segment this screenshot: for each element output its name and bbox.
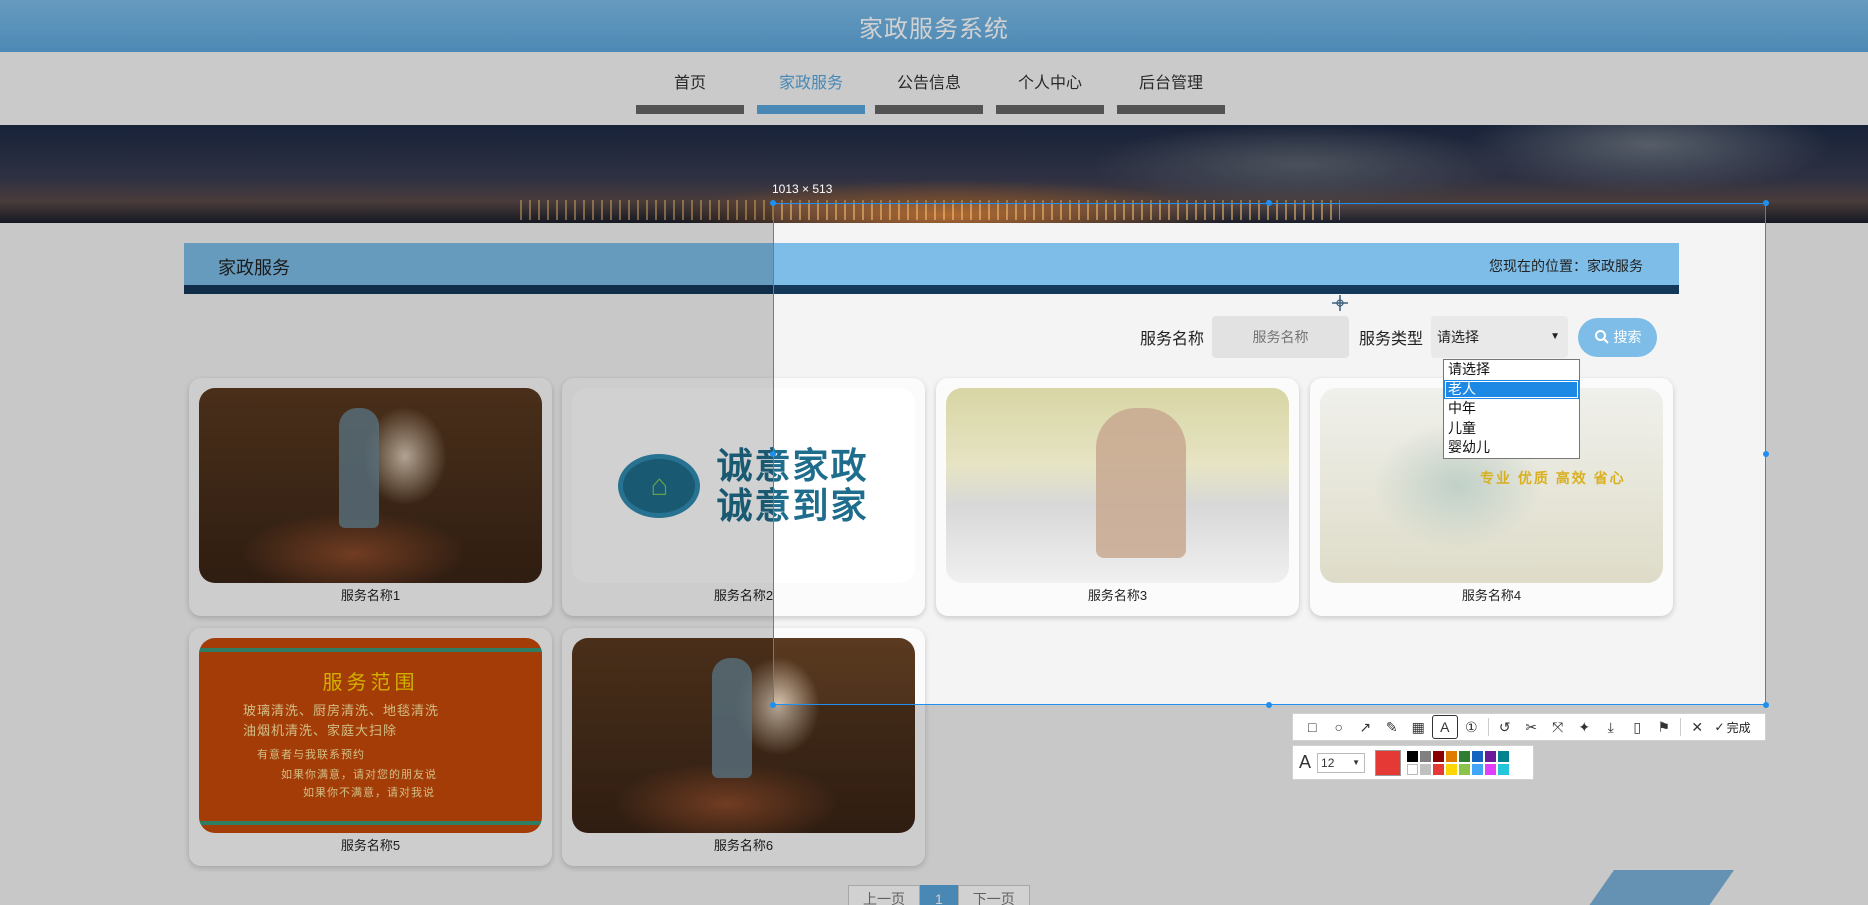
- color-swatch[interactable]: [1446, 763, 1458, 775]
- phone-icon[interactable]: ▯: [1624, 715, 1651, 739]
- color-swatch[interactable]: [1498, 750, 1510, 762]
- service-image-3[interactable]: [946, 388, 1289, 583]
- color-swatch[interactable]: [1459, 750, 1471, 762]
- resize-handle-l[interactable]: [770, 451, 776, 457]
- undo-icon[interactable]: ↺: [1492, 715, 1519, 739]
- pin-icon[interactable]: ✦: [1571, 715, 1598, 739]
- move-cursor-icon: [1332, 295, 1348, 311]
- color-swatch[interactable]: [1407, 750, 1419, 762]
- magic-icon[interactable]: ⤧: [1545, 715, 1572, 739]
- color-swatch[interactable]: [1472, 750, 1484, 762]
- resize-handle-b[interactable]: [1266, 702, 1272, 708]
- service-name[interactable]: 服务名称3: [936, 585, 1299, 604]
- circle-icon[interactable]: ○: [1326, 715, 1353, 739]
- font-size-select[interactable]: 12 ▼: [1317, 752, 1366, 773]
- color-swatch[interactable]: [1407, 763, 1419, 775]
- color-swatch[interactable]: [1459, 763, 1471, 775]
- number-icon[interactable]: ①: [1458, 715, 1485, 739]
- service-type-label: 服务类型: [1359, 331, 1424, 348]
- service-type-select[interactable]: 请选择 ▼: [1431, 316, 1569, 358]
- bookmark-icon[interactable]: ⚑: [1651, 715, 1678, 739]
- color-swatch[interactable]: [1485, 763, 1497, 775]
- color-swatch[interactable]: [1446, 750, 1458, 762]
- overlay-mask-top: [0, 0, 1868, 203]
- done-button[interactable]: ✓ 完成: [1711, 719, 1751, 736]
- close-icon[interactable]: ✕: [1684, 715, 1711, 739]
- overlay-mask-left: [0, 203, 773, 705]
- color-palette: [1407, 750, 1510, 775]
- color-swatch[interactable]: [1472, 763, 1484, 775]
- chevron-down-icon: ▼: [1352, 757, 1361, 767]
- selection-dimensions: 1013 × 513: [772, 182, 833, 196]
- text-style-toolbar: A 12 ▼: [1292, 745, 1534, 780]
- rect-icon[interactable]: □: [1299, 715, 1326, 739]
- resize-handle-bl[interactable]: [770, 702, 776, 708]
- text-icon[interactable]: A: [1431, 715, 1458, 739]
- current-color-swatch[interactable]: [1375, 749, 1402, 776]
- mosaic-icon[interactable]: ▦: [1405, 715, 1432, 739]
- service-name-label: 服务名称: [1140, 331, 1205, 348]
- arrow-icon[interactable]: ↗: [1352, 715, 1379, 739]
- resize-handle-tr[interactable]: [1763, 200, 1769, 206]
- option-please-select[interactable]: 请选择: [1444, 360, 1579, 380]
- option-elderly[interactable]: 老人: [1444, 379, 1579, 399]
- color-swatch[interactable]: [1433, 750, 1445, 762]
- resize-handle-r[interactable]: [1763, 451, 1769, 457]
- service-card-3[interactable]: 服务名称3: [936, 378, 1299, 616]
- resize-handle-br[interactable]: [1763, 702, 1769, 708]
- breadcrumb: 您现在的位置：家政服务: [1489, 258, 1643, 274]
- pencil-icon[interactable]: ✎: [1379, 715, 1406, 739]
- color-swatch[interactable]: [1498, 763, 1510, 775]
- resize-handle-tl[interactable]: [770, 200, 776, 206]
- resize-handle-t[interactable]: [1266, 200, 1272, 206]
- overlay-mask-right: [1766, 203, 1868, 705]
- service-name-input[interactable]: [1212, 316, 1350, 358]
- option-children[interactable]: 儿童: [1444, 419, 1579, 439]
- color-swatch[interactable]: [1485, 750, 1497, 762]
- screenshot-toolbar: □ ○ ↗ ✎ ▦ A ① ↺ ✂ ⤧ ✦ ⤓ ▯ ⚑ ✕ ✓ 完成: [1292, 713, 1766, 741]
- color-swatch[interactable]: [1420, 763, 1432, 775]
- service-name[interactable]: 服务名称4: [1310, 585, 1673, 604]
- option-infant[interactable]: 婴幼儿: [1444, 438, 1579, 458]
- search-bar: 服务名称 服务类型 请选择 ▼ 搜索: [1140, 315, 1658, 359]
- color-swatch[interactable]: [1420, 750, 1432, 762]
- chevron-down-icon: ▼: [1550, 331, 1561, 342]
- search-icon: [1594, 330, 1609, 344]
- service-type-dropdown: 请选择 老人 中年 儿童 婴幼儿: [1443, 359, 1580, 459]
- option-middle-aged[interactable]: 中年: [1444, 399, 1579, 419]
- download-icon[interactable]: ⤓: [1598, 715, 1625, 739]
- check-icon: ✓: [1714, 720, 1725, 734]
- search-button[interactable]: 搜索: [1578, 317, 1658, 357]
- font-icon: A: [1299, 752, 1312, 772]
- color-swatch[interactable]: [1433, 763, 1445, 775]
- scissors-icon[interactable]: ✂: [1518, 715, 1545, 739]
